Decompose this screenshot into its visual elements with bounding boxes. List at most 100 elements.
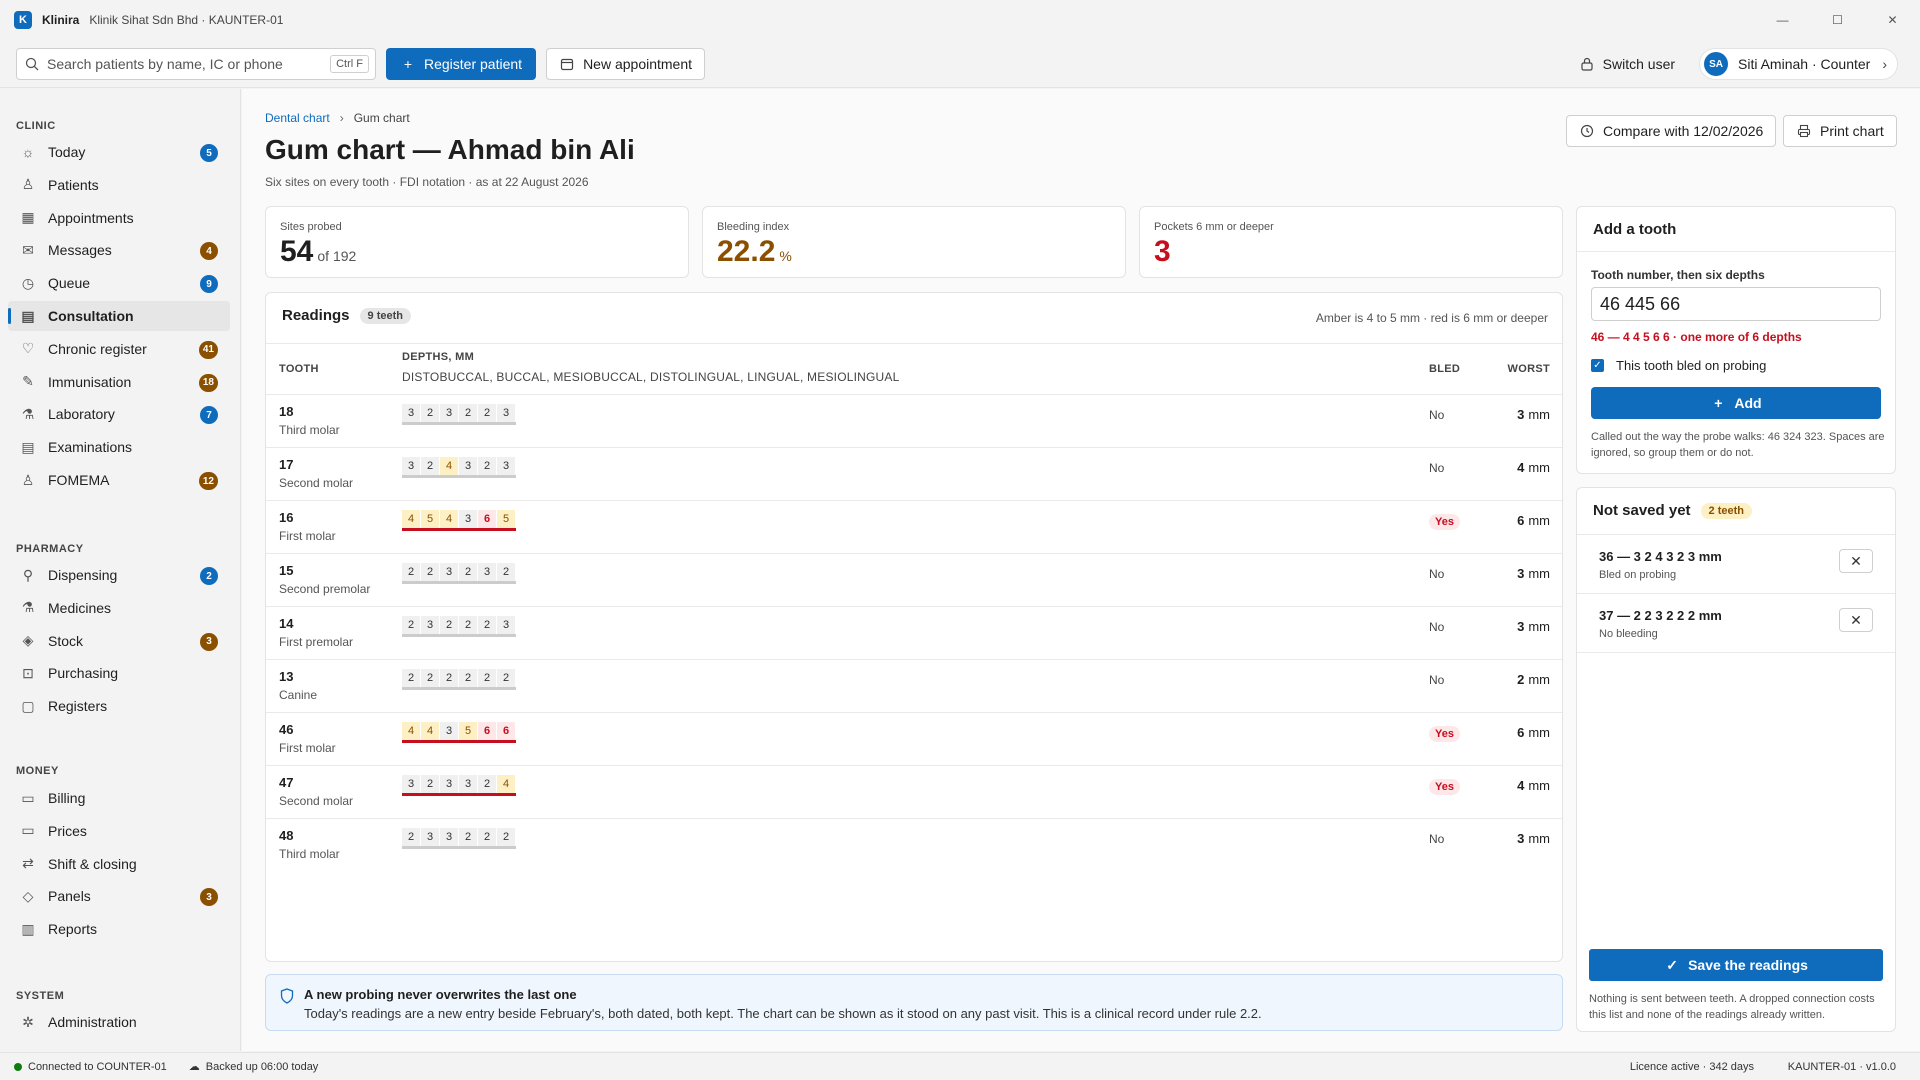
remove-item-button[interactable]: ✕ <box>1839 549 1873 573</box>
depth-cell: 5 <box>497 510 516 528</box>
breadcrumb-dental-chart[interactable]: Dental chart <box>265 111 330 125</box>
page-title: Gum chart — Ahmad bin Ali <box>265 134 635 165</box>
bleeding-value: 22.2 <box>717 235 776 268</box>
table-row[interactable]: 18 Third molar 3 2 3 2 2 3 No 3 mm <box>266 394 1562 447</box>
sites-value: 54 <box>280 235 314 268</box>
compare-button[interactable]: Compare with 12/02/2026 <box>1566 115 1777 147</box>
sidebar-item-today[interactable]: ☼ Today 5 <box>8 137 230 167</box>
depth-strip: 233222 <box>402 828 516 849</box>
connection-status: Connected to COUNTER-01 <box>28 1060 167 1073</box>
table-row[interactable]: 16 First molar 4 5 4 3 6 5 Yes 6 mm <box>266 500 1562 553</box>
version-label: KAUNTER-01 · v1.0.0 <box>1787 1060 1896 1073</box>
add-tooth-button[interactable]: + Add <box>1591 387 1881 419</box>
depth-cell: 3 <box>421 828 440 846</box>
sidebar-item-patients[interactable]: ♙ Patients <box>8 170 230 200</box>
administration-icon: ✲ <box>22 1013 34 1030</box>
table-row[interactable]: 48 Third molar 2 3 3 2 2 2 No 3 mm <box>266 818 1562 871</box>
sidebar-item-administration[interactable]: ✲ Administration <box>8 1007 230 1037</box>
sidebar-item-queue[interactable]: ◷ Queue 9 <box>8 268 230 298</box>
count-badge: 2 <box>200 567 218 585</box>
close-icon: ✕ <box>1850 611 1862 628</box>
sidebar-item-immunisation[interactable]: ✎ Immunisation 18 <box>8 367 230 397</box>
col-bled: BLED <box>1429 363 1461 375</box>
table-row[interactable]: 13 Canine 2 2 2 2 2 2 No 2 mm <box>266 659 1562 712</box>
depth-cell: 6 <box>478 510 497 528</box>
depth-cell: 3 <box>402 404 421 422</box>
depth-cell: 2 <box>459 616 478 634</box>
tooth-entry-input[interactable]: 46 445 66 <box>1591 287 1881 321</box>
app-logo: K <box>14 11 32 29</box>
sidebar-item-messages[interactable]: ✉ Messages 4 <box>8 235 230 265</box>
sidebar-item-examinations[interactable]: ▤ Examinations <box>8 432 230 462</box>
col-worst: WORST <box>1507 363 1550 375</box>
register-patient-label: Register patient <box>424 55 523 72</box>
sidebar-item-shift-closing[interactable]: ⇄ Shift & closing <box>8 849 230 879</box>
switch-user-button[interactable]: Switch user <box>1579 56 1675 72</box>
table-row[interactable]: 17 Second molar 3 2 4 3 2 3 No 4 mm <box>266 447 1562 500</box>
count-badge: 41 <box>198 340 218 359</box>
sidebar-item-label: Panels <box>48 888 91 905</box>
maximize-icon[interactable]: ☐ <box>1810 0 1865 40</box>
worst-unit: mm <box>1528 407 1550 422</box>
depth-cell: 3 <box>440 404 459 422</box>
sidebar-item-billing[interactable]: ▭ Billing <box>8 783 230 813</box>
pending-item-status: Bled on probing <box>1599 569 1677 581</box>
tooth-name: Third molar <box>279 423 340 437</box>
print-chart-button[interactable]: Print chart <box>1783 115 1897 147</box>
sidebar-item-registers[interactable]: ▢ Registers <box>8 691 230 721</box>
add-tooth-label: Add <box>1734 395 1762 411</box>
sidebar-item-prices[interactable]: ▭ Prices <box>8 816 230 846</box>
save-readings-button[interactable]: ✓ Save the readings <box>1589 949 1883 981</box>
sidebar-item-consultation[interactable]: ▤ Consultation <box>8 301 230 331</box>
worst-depth: 3 mm <box>1517 619 1550 634</box>
worst-value: 4 <box>1517 778 1525 793</box>
close-icon[interactable]: ✕ <box>1865 0 1920 40</box>
depth-cell: 6 <box>478 722 497 740</box>
chevron-right-icon: › <box>1882 56 1887 72</box>
table-row[interactable]: 47 Second molar 3 2 3 3 2 4 Yes 4 mm <box>266 765 1562 818</box>
sidebar-item-stock[interactable]: ◈ Stock 3 <box>8 626 230 656</box>
pending-title: Not saved yet <box>1593 502 1691 519</box>
laboratory-icon: ⚗ <box>21 405 35 422</box>
sidebar-item-purchasing[interactable]: ⊡ Purchasing <box>8 658 230 688</box>
count-badge: 3 <box>200 632 218 651</box>
sidebar-item-appointments[interactable]: ▦ Appointments <box>8 203 230 233</box>
depth-cell: 2 <box>478 457 497 475</box>
depth-cell: 3 <box>459 510 478 528</box>
sidebar-section-title: PHARMACY <box>16 543 84 555</box>
register-patient-button[interactable]: + Register patient <box>386 47 537 80</box>
sidebar-item-laboratory[interactable]: ⚗ Laboratory 7 <box>8 399 230 429</box>
bled-checkbox[interactable]: ✓ This tooth bled on probing <box>1591 358 1766 373</box>
tooth-number: 18 <box>279 404 294 419</box>
depth-cell: 2 <box>478 828 497 846</box>
search-input[interactable]: Search patients by name, IC or phone Ctr… <box>16 47 376 80</box>
sidebar-item-label: Stock <box>48 632 84 649</box>
table-row[interactable]: 46 First molar 4 4 3 5 6 6 Yes 6 mm <box>266 712 1562 765</box>
bled-status: Yes <box>1429 514 1460 530</box>
sidebar-item-fomema[interactable]: ♙ FOMEMA 12 <box>8 465 230 495</box>
stat-bleeding-index: Bleeding index 22.2% <box>702 206 1126 278</box>
count-badge: 12 <box>198 472 218 490</box>
user-menu[interactable]: SA Siti Aminah · Counter › <box>1699 48 1898 80</box>
window-controls: — ☐ ✕ <box>1755 0 1920 40</box>
tooth-name: Second molar <box>279 476 354 490</box>
sidebar-item-medicines[interactable]: ⚗ Medicines <box>8 593 230 623</box>
connection-status-icon <box>14 1062 22 1071</box>
bled-status: No <box>1429 567 1445 581</box>
sidebar-item-reports[interactable]: ▥ Reports <box>8 914 230 944</box>
worst-unit: mm <box>1528 460 1550 475</box>
stat-value: 22.2% <box>717 235 792 269</box>
sidebar-item-dispensing[interactable]: ⚲ Dispensing 2 <box>8 560 230 590</box>
bled-status: No <box>1429 832 1445 846</box>
depth-cell: 2 <box>421 404 440 422</box>
print-chart-label: Print chart <box>1820 123 1884 139</box>
table-row[interactable]: 14 First premolar 2 3 2 2 2 3 No 3 mm <box>266 606 1562 659</box>
table-row[interactable]: 15 Second premolar 2 2 3 2 3 2 No 3 mm <box>266 553 1562 606</box>
minimize-icon[interactable]: — <box>1755 0 1810 40</box>
sidebar-item-panels[interactable]: ◇ Panels 3 <box>8 881 230 911</box>
new-appointment-button[interactable]: New appointment <box>546 47 706 80</box>
remove-item-button[interactable]: ✕ <box>1839 608 1873 632</box>
sidebar-item-label: FOMEMA <box>48 472 110 488</box>
sidebar-item-chronic-register[interactable]: ♡ Chronic register 41 <box>8 334 230 364</box>
depth-cell: 2 <box>459 669 478 687</box>
